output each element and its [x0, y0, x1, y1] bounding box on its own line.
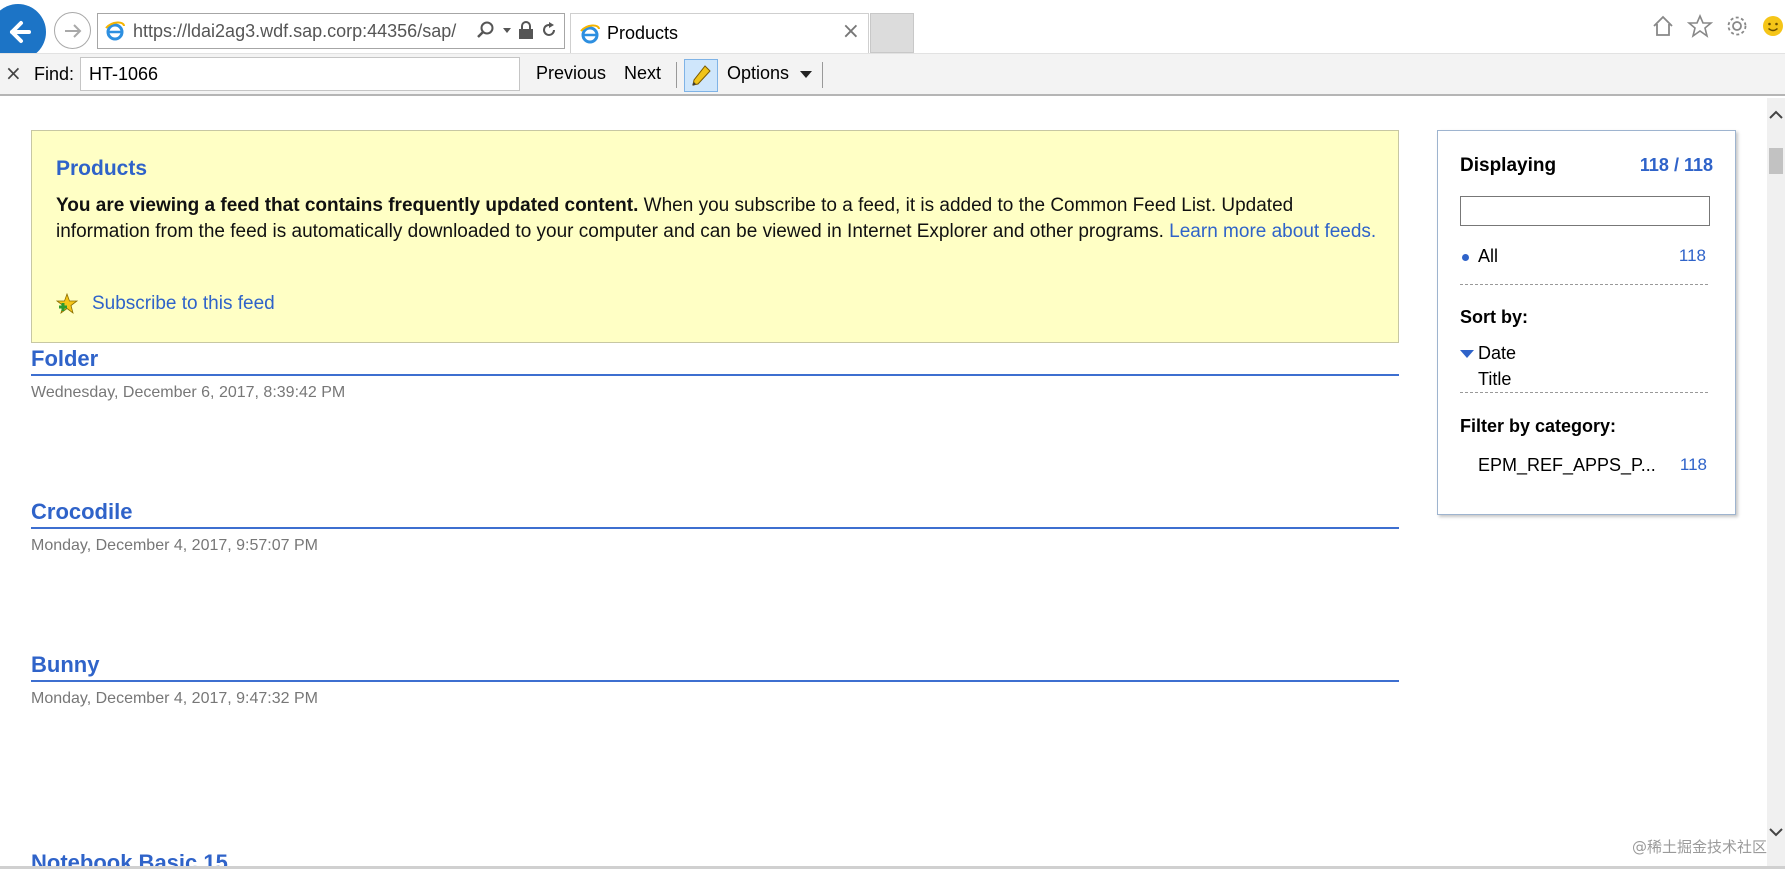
- chevron-down-icon[interactable]: [502, 25, 512, 35]
- address-bar[interactable]: https://ldai2ag3.wdf.sap.corp:44356/sap/: [97, 13, 565, 49]
- feed-item-title[interactable]: Crocodile: [31, 495, 1399, 529]
- find-options-button[interactable]: Options: [727, 63, 789, 84]
- arrow-right-icon: [64, 23, 81, 38]
- feed-item-date: Monday, December 4, 2017, 9:57:07 PM: [31, 537, 318, 554]
- subscribe-star-icon: [56, 293, 78, 315]
- find-bar: × Find: Previous Next Options: [0, 53, 1785, 96]
- vertical-scrollbar[interactable]: [1767, 98, 1785, 869]
- filter-all-item[interactable]: All 118: [1460, 246, 1706, 270]
- tab-products[interactable]: Products ×: [570, 13, 869, 53]
- feed-content: Products You are viewing a feed that con…: [0, 98, 1767, 869]
- displaying-label: Displaying: [1460, 155, 1557, 176]
- ie-favicon-icon: [105, 21, 125, 41]
- find-divider: [822, 62, 823, 88]
- subscribe-link[interactable]: Subscribe to this feed: [92, 293, 275, 315]
- tab-title: Products: [607, 23, 679, 43]
- close-tab-icon[interactable]: ×: [842, 21, 860, 43]
- scroll-up-icon[interactable]: [1767, 106, 1785, 124]
- sort-date-option[interactable]: Date: [1478, 343, 1516, 364]
- selected-dot-icon: [1462, 254, 1469, 261]
- filter-all-count: 118: [1678, 246, 1706, 265]
- scroll-down-icon[interactable]: [1767, 823, 1785, 841]
- displaying-count: 118 / 118: [1639, 155, 1713, 175]
- panel-divider: [1460, 284, 1708, 285]
- feed-description: You are viewing a feed that contains fre…: [56, 193, 1386, 245]
- close-find-icon[interactable]: ×: [5, 63, 22, 83]
- find-divider: [676, 62, 677, 88]
- feed-filter-panel: Displaying 118 / 118 All 118 Sort by: Da…: [1437, 130, 1736, 515]
- find-previous-button[interactable]: Previous: [536, 63, 606, 84]
- feed-item-date: Monday, December 4, 2017, 9:47:32 PM: [31, 690, 318, 707]
- panel-divider: [1460, 392, 1708, 393]
- gear-icon[interactable]: [1725, 14, 1749, 38]
- find-next-button[interactable]: Next: [624, 63, 661, 84]
- filter-by-category-label: Filter by category:: [1460, 416, 1617, 436]
- highlight-matches-button[interactable]: [684, 59, 718, 92]
- highlighter-pen-icon: [692, 64, 711, 86]
- feed-item: Bunny Monday, December 4, 2017, 9:47:32 …: [31, 648, 1399, 708]
- feed-item: Folder Wednesday, December 6, 2017, 8:39…: [31, 342, 1399, 402]
- scroll-thumb[interactable]: [1769, 148, 1783, 174]
- find-input[interactable]: [80, 57, 520, 91]
- sort-title-option[interactable]: Title: [1478, 369, 1511, 390]
- refresh-icon[interactable]: [540, 21, 558, 39]
- sort-by-label: Sort by:: [1460, 307, 1529, 327]
- address-url[interactable]: https://ldai2ag3.wdf.sap.corp:44356/sap/: [133, 21, 456, 42]
- feed-item-title[interactable]: Bunny: [31, 648, 1399, 682]
- forward-button[interactable]: [54, 12, 91, 49]
- chevron-down-icon[interactable]: [800, 71, 812, 78]
- subscribe-row[interactable]: Subscribe to this feed: [56, 293, 275, 315]
- watermark: @稀土掘金技术社区: [1631, 838, 1767, 856]
- feed-item-title[interactable]: Folder: [31, 342, 1399, 376]
- ie-favicon-icon: [580, 24, 600, 43]
- category-count: 118: [1679, 455, 1707, 474]
- favorites-star-icon[interactable]: [1687, 14, 1713, 38]
- feed-item-date: Wednesday, December 6, 2017, 8:39:42 PM: [31, 384, 346, 401]
- new-tab-button[interactable]: [870, 13, 914, 53]
- feed-title: Products: [56, 157, 148, 180]
- arrow-left-icon: [10, 21, 31, 43]
- home-icon[interactable]: [1651, 14, 1675, 38]
- feed-item: Crocodile Monday, December 4, 2017, 9:57…: [31, 495, 1399, 555]
- category-item[interactable]: EPM_REF_APPS_P...: [1478, 455, 1656, 476]
- learn-more-link[interactable]: Learn more about feeds.: [1169, 221, 1376, 242]
- feed-notice-bold: You are viewing a feed that contains fre…: [56, 195, 639, 216]
- filter-all-label[interactable]: All: [1478, 246, 1498, 267]
- search-icon[interactable]: [476, 20, 496, 40]
- browser-titlebar: https://ldai2ag3.wdf.sap.corp:44356/sap/: [0, 0, 1785, 60]
- lock-icon[interactable]: [518, 20, 534, 40]
- back-button[interactable]: [0, 4, 46, 60]
- filter-search-input[interactable]: [1460, 196, 1710, 226]
- sort-descending-icon: [1460, 350, 1474, 358]
- find-label: Find:: [34, 64, 75, 84]
- smiley-feedback-icon[interactable]: [1761, 14, 1785, 38]
- feed-notice: Products You are viewing a feed that con…: [31, 130, 1399, 343]
